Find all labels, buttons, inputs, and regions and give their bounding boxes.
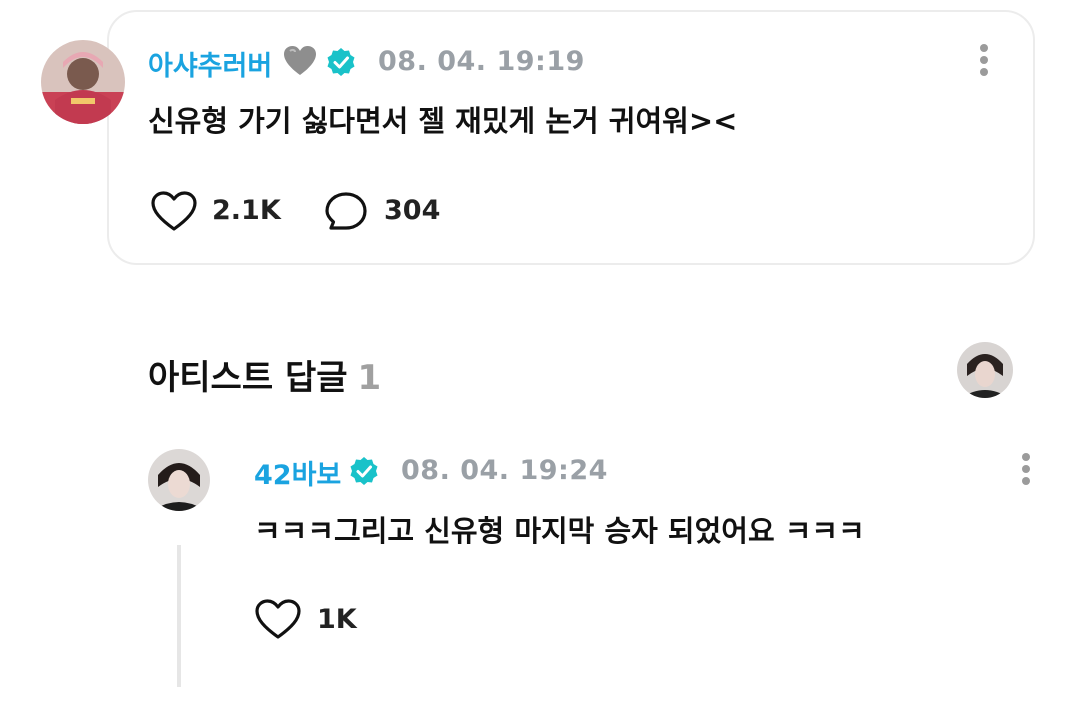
reply-author-avatar[interactable] xyxy=(148,449,210,511)
more-vertical-icon[interactable] xyxy=(1020,453,1032,493)
reply-like-count: 1K xyxy=(317,604,357,635)
speech-bubble-icon[interactable] xyxy=(324,190,370,234)
artist-replies-label: 아티스트 답글 xyxy=(148,358,348,398)
reply-thread-line xyxy=(177,545,181,687)
post-author-name[interactable]: 아샤추러버 xyxy=(148,44,272,83)
verified-badge-icon xyxy=(327,48,355,76)
verified-badge-icon xyxy=(350,457,378,485)
post-text: 신유형 가기 싫다면서 젤 재밌게 논거 귀여워>< xyxy=(148,104,738,138)
post-timestamp: 08. 04. 19:19 xyxy=(378,46,585,77)
post-author-avatar[interactable] xyxy=(41,40,125,124)
reply-text: ㅋㅋㅋ그리고 신유형 마지막 승자 되었어요 ㅋㅋㅋ xyxy=(254,514,865,548)
heart-outline-icon[interactable] xyxy=(254,598,302,640)
artist-avatar[interactable] xyxy=(957,342,1013,398)
reply-timestamp: 08. 04. 19:24 xyxy=(401,455,608,486)
comment-count: 304 xyxy=(384,195,441,226)
grey-heart-icon xyxy=(284,46,316,75)
artist-replies-count: 1 xyxy=(357,358,382,398)
reply-author-name[interactable]: 42바보 xyxy=(254,453,341,492)
heart-outline-icon[interactable] xyxy=(150,190,198,232)
like-count: 2.1K xyxy=(212,195,281,226)
more-vertical-icon[interactable] xyxy=(978,44,990,84)
artist-replies-title: 아티스트 답글 1 xyxy=(148,350,381,399)
